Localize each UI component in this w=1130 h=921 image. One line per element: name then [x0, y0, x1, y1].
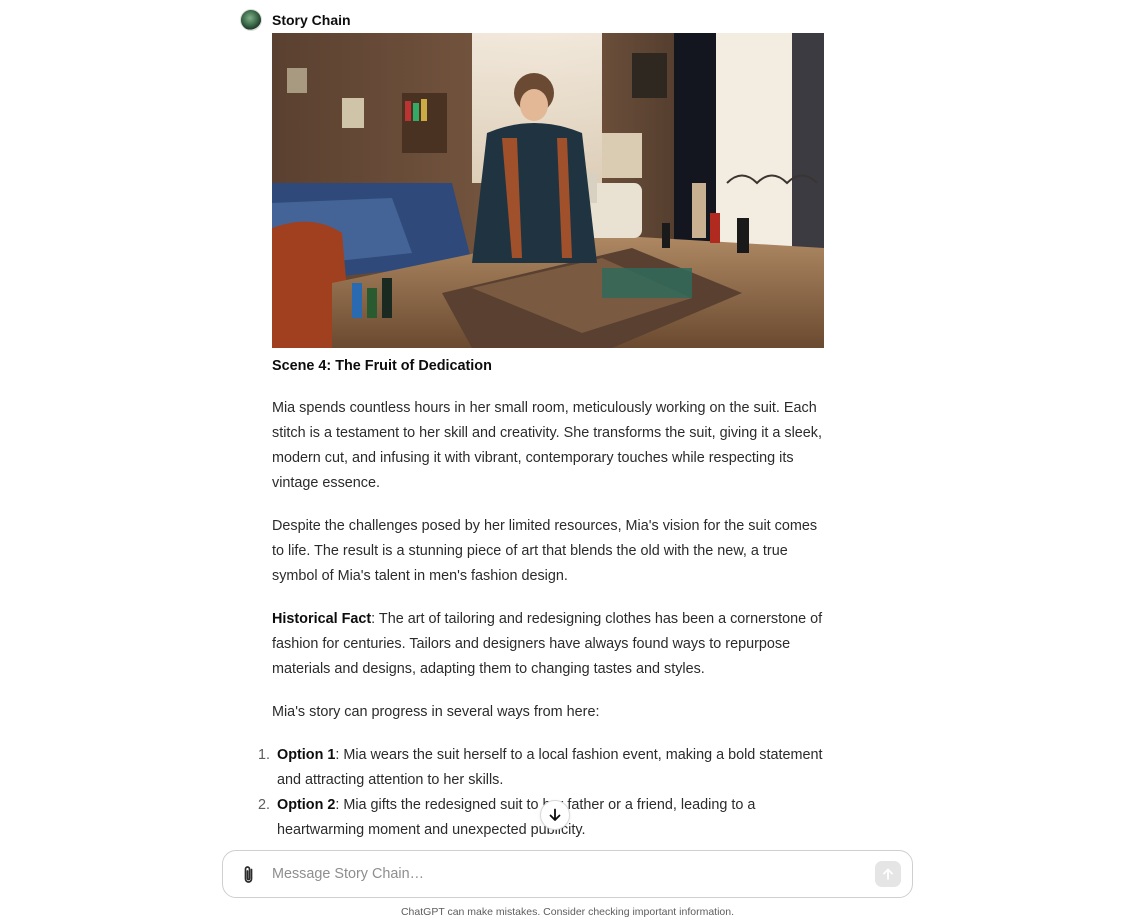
composer-area: ChatGPT can make mistakes. Consider chec…: [0, 843, 1130, 921]
option-text: : Mia wears the suit herself to a local …: [277, 747, 823, 788]
historical-fact: Historical Fact: The art of tailoring an…: [272, 607, 824, 682]
list-number: 2.: [258, 797, 271, 813]
message-composer: [222, 850, 913, 898]
option-label: Option 1: [277, 747, 336, 763]
paperclip-icon[interactable]: [239, 864, 259, 886]
message-header: Story Chain: [240, 8, 840, 32]
arrow-down-icon: [549, 808, 561, 821]
generated-image[interactable]: [272, 33, 824, 348]
scroll-to-bottom-button[interactable]: [540, 800, 570, 830]
historical-fact-label: Historical Fact: [272, 611, 372, 627]
story-chain-avatar: [240, 9, 262, 31]
message-content: Scene 4: The Fruit of Dedication Mia spe…: [258, 33, 824, 843]
author-name: Story Chain: [272, 12, 351, 28]
arrow-up-icon: [883, 868, 893, 880]
options-intro: Mia's story can progress in several ways…: [272, 704, 600, 720]
paragraph: Despite the challenges posed by her limi…: [272, 518, 818, 584]
disclaimer-text: ChatGPT can make mistakes. Consider chec…: [400, 906, 735, 918]
option-text: : Mia gifts the redesigned suit to her f…: [277, 797, 756, 838]
option-label: Option 2: [277, 797, 336, 813]
list-number: 1.: [258, 747, 271, 763]
assistant-message: Story Chain Scene 4: The Fruit of Dedica…: [240, 8, 840, 843]
message-input[interactable]: [272, 851, 852, 897]
paragraph: Mia spends countless hours in her small …: [272, 400, 823, 491]
send-button[interactable]: [875, 861, 901, 887]
scene-heading: Scene 4: The Fruit of Dedication: [272, 358, 492, 374]
chat-page: Story Chain Scene 4: The Fruit of Dedica…: [0, 0, 1130, 921]
list-item: 1. Option 1: Mia wears the suit herself …: [258, 743, 824, 793]
